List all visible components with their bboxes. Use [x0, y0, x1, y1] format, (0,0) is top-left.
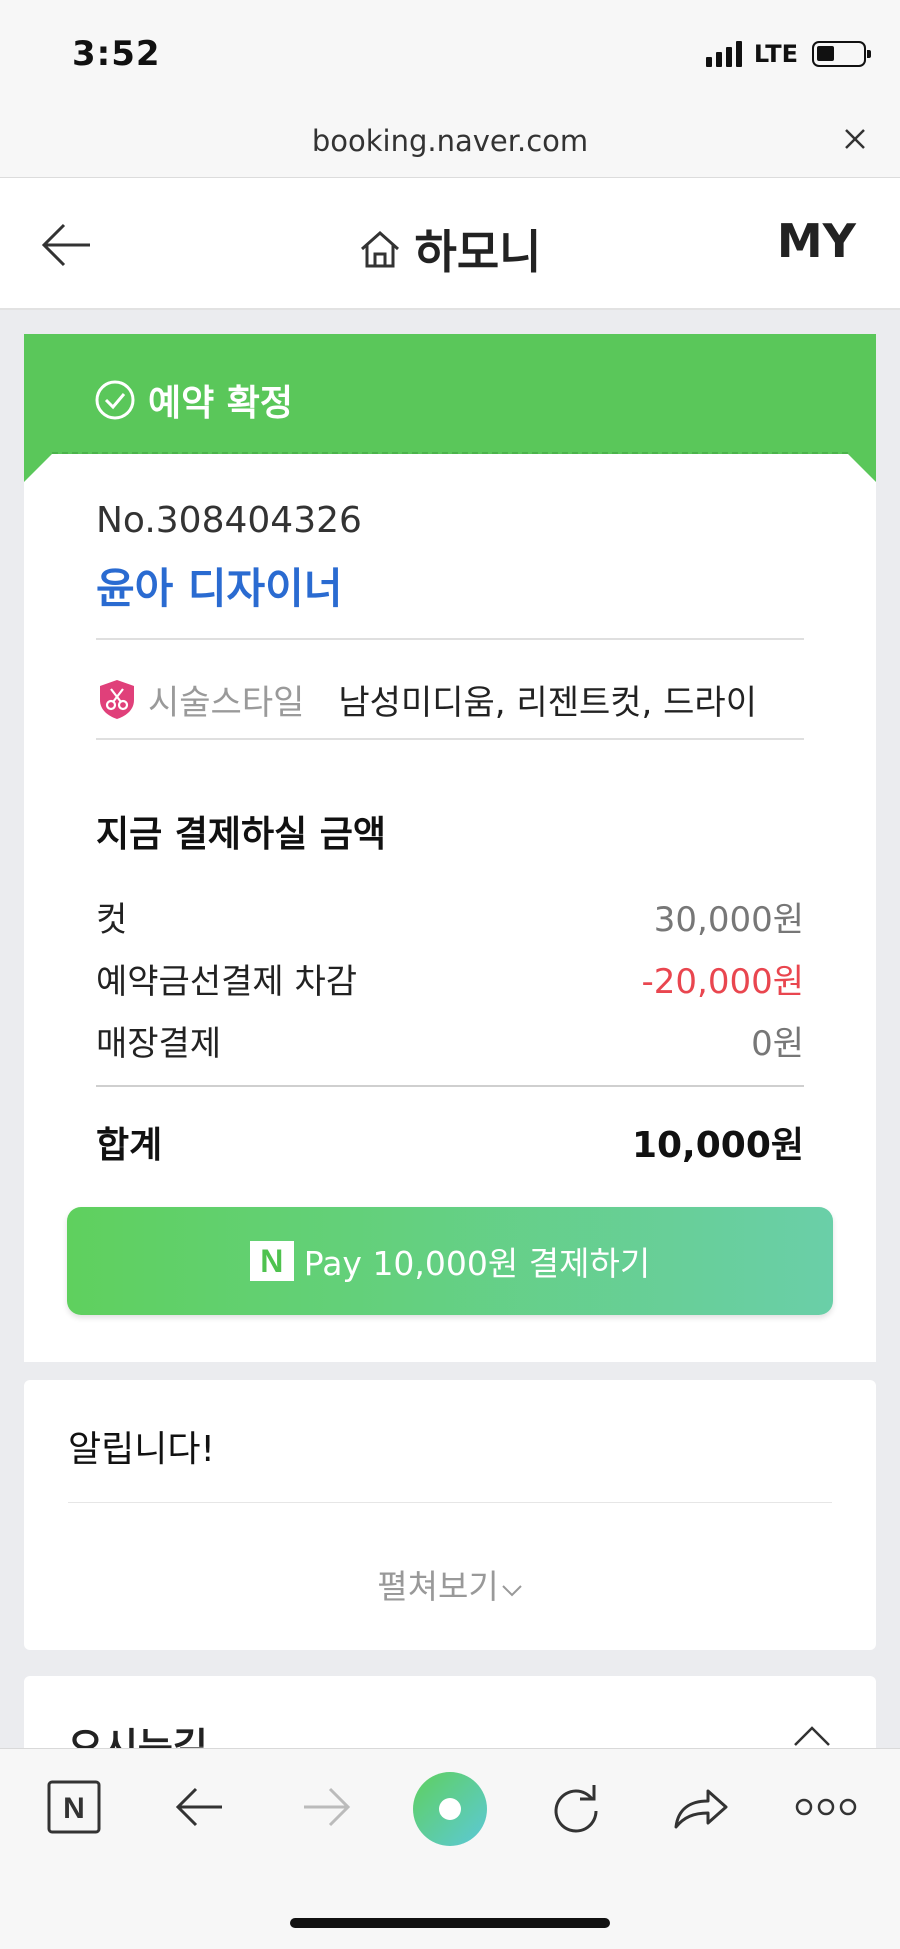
divider [96, 638, 804, 640]
more-icon[interactable] [794, 1777, 858, 1837]
notice-title: 알립니다! [68, 1429, 215, 1470]
price-label: 예약금선결제 차감 [96, 962, 358, 1002]
naver-home-icon[interactable]: N [44, 1777, 104, 1837]
status-time: 3:52 [72, 34, 161, 74]
npay-button[interactable]: N Pay 10,000원 결제하기 [67, 1207, 833, 1315]
chevron-down-icon [502, 1585, 522, 1597]
home-indicator[interactable] [290, 1918, 610, 1928]
page-title: 하모니 [414, 225, 542, 279]
signal-icon [705, 41, 742, 67]
price-row: 컷 30,000원 [96, 892, 804, 941]
style-row: 시술스타일 남성미디움, 리젠트컷, 드라이 [96, 664, 804, 734]
status-indicators: LTE [705, 40, 871, 68]
battery-icon [812, 41, 871, 67]
price-label: 매장결제 [96, 1024, 222, 1064]
home-icon [360, 230, 399, 268]
payment-title: 지금 결제하실 금액 [96, 814, 387, 855]
share-icon[interactable] [670, 1777, 730, 1837]
back-arrow-icon[interactable] [172, 1777, 228, 1837]
chevron-up-icon[interactable] [792, 1724, 832, 1748]
banner-notch-right [848, 454, 876, 482]
banner-notch-left [24, 454, 52, 482]
price-row: 예약금선결제 차감 -20,000원 [96, 954, 804, 1003]
status-banner: 예약 확정 [24, 334, 876, 454]
divider [96, 738, 804, 740]
style-label: 시술스타일 [148, 682, 305, 723]
header-title-group[interactable]: 하모니 [0, 216, 900, 282]
forward-arrow-icon[interactable] [298, 1777, 354, 1837]
banner-divider [52, 452, 848, 454]
url-text[interactable]: booking.naver.com [0, 124, 900, 158]
total-row: 합계 10,000원 [96, 1116, 804, 1168]
check-circle-icon [95, 380, 135, 420]
notice-card: 알립니다! 펼쳐보기 [24, 1380, 876, 1650]
price-value: 0원 [751, 1024, 804, 1064]
reservation-number: No.308404326 [96, 500, 362, 541]
total-label: 합계 [96, 1125, 163, 1166]
scissors-shield-icon [100, 680, 134, 719]
expand-button[interactable]: 펼쳐보기 [24, 1560, 876, 1608]
url-bar[interactable]: booking.naver.com [0, 110, 900, 178]
naver-pay-logo: N [249, 1241, 294, 1281]
svg-text:N: N [63, 1792, 85, 1825]
page-header: 하모니 MY [0, 178, 900, 310]
price-value: -20,000원 [641, 962, 804, 1002]
npay-button-label: Pay 10,000원 결제하기 [303, 1244, 651, 1283]
green-dot-icon[interactable] [412, 1771, 488, 1847]
designer-name[interactable]: 윤아 디자이너 [96, 555, 342, 616]
divider [68, 1502, 832, 1503]
total-value: 10,000원 [631, 1125, 804, 1166]
price-row: 매장결제 0원 [96, 1016, 804, 1065]
price-label: 컷 [96, 900, 128, 940]
status-text: 예약 확정 [148, 383, 294, 424]
style-value: 남성미디움, 리젠트컷, 드라이 [338, 682, 757, 723]
close-icon[interactable] [840, 120, 870, 156]
price-value: 30,000원 [653, 900, 804, 940]
divider [96, 1085, 804, 1087]
my-button[interactable]: MY [777, 214, 856, 268]
refresh-icon[interactable] [548, 1777, 604, 1837]
status-bar: 3:52 LTE [0, 0, 900, 110]
network-label: LTE [753, 40, 798, 68]
expand-label: 펼쳐보기 [377, 1567, 499, 1606]
status-banner-label: 예약 확정 [94, 374, 293, 426]
